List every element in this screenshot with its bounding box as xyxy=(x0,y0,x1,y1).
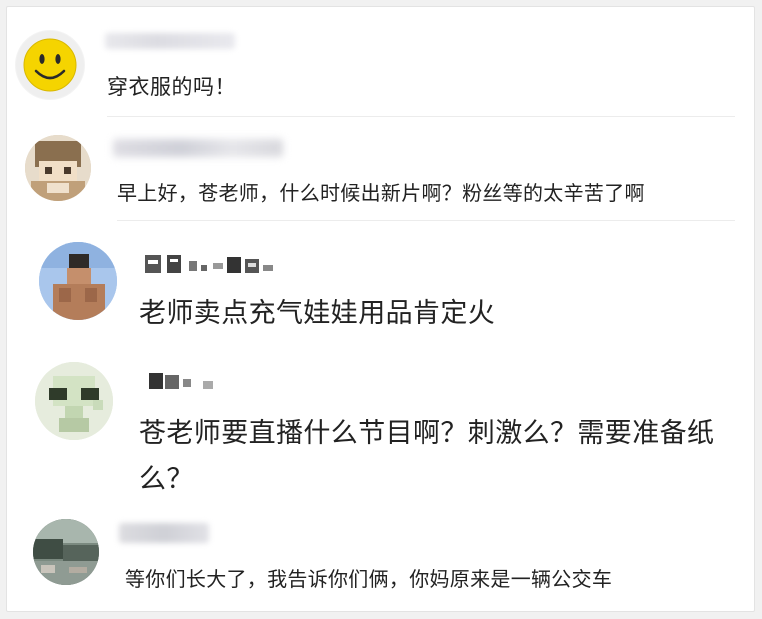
comment-text: 等你们长大了，我告诉你们俩，你妈原来是一辆公交车 xyxy=(125,567,613,591)
cartoon-avatar-icon xyxy=(25,135,91,201)
username-blurred xyxy=(113,139,283,157)
comment-text: 早上好，苍老师，什么时候出新片啊？粉丝等的太辛苦了啊 xyxy=(117,181,645,205)
avatar[interactable] xyxy=(33,519,99,585)
avatar[interactable] xyxy=(25,135,91,201)
avatar[interactable] xyxy=(35,362,113,440)
comment-text: 老师卖点充气娃娃用品肯定火 xyxy=(139,298,496,329)
divider xyxy=(107,116,735,117)
smiley-face-icon xyxy=(16,31,84,99)
username-pixelated xyxy=(145,255,273,273)
username-pixelated xyxy=(149,373,213,389)
comment-list: 穿衣服的吗！ 早上好，苍老师，什么时候出新片啊？粉丝等的太辛苦了啊 老师卖点充气… xyxy=(6,6,755,612)
username-blurred xyxy=(119,523,209,543)
avatar[interactable] xyxy=(39,242,117,320)
alien-avatar-icon xyxy=(35,362,113,440)
comment-text: 苍老师要直播什么节目啊？刺激么？需要准备纸么？ xyxy=(139,418,715,495)
landscape-avatar-icon xyxy=(33,519,99,585)
divider xyxy=(117,220,735,221)
person-avatar-icon xyxy=(39,242,117,320)
username-blurred xyxy=(105,33,235,49)
comment-text: 穿衣服的吗！ xyxy=(107,75,236,99)
avatar[interactable] xyxy=(15,30,85,100)
